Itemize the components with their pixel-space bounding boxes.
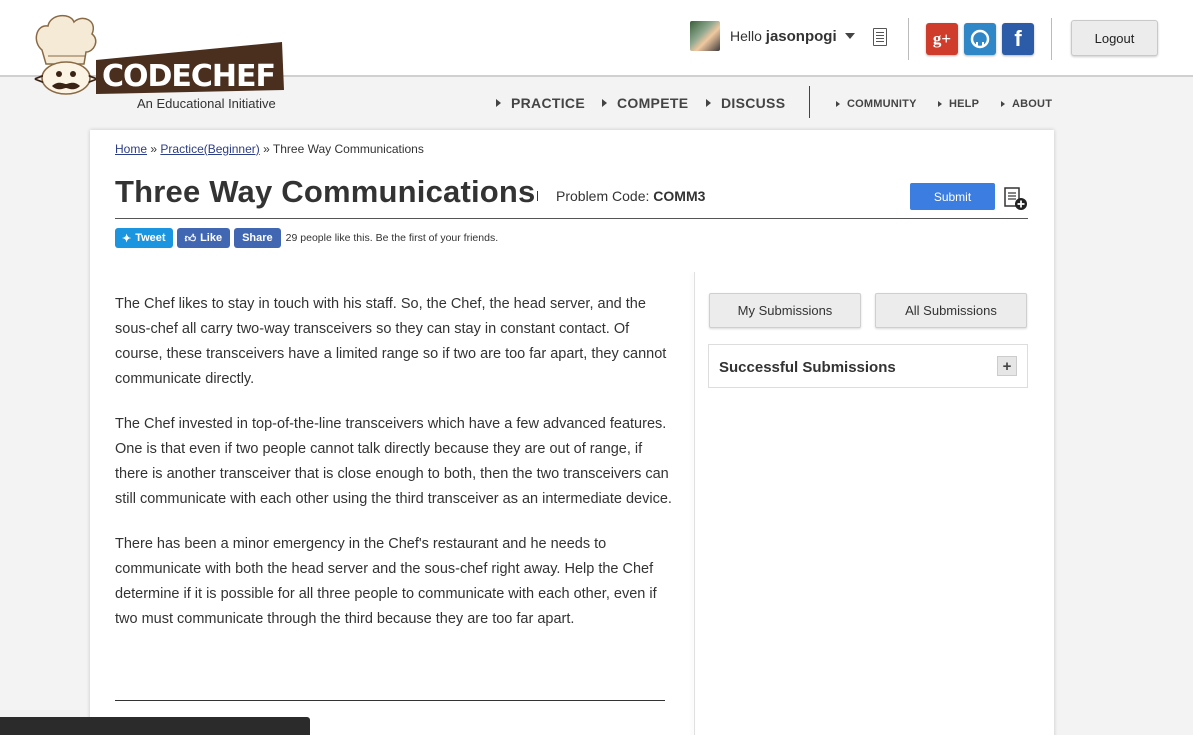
bottom-overlay-bar	[0, 717, 310, 735]
all-submissions-button[interactable]: All Submissions	[875, 293, 1027, 328]
nav-community[interactable]: COMMUNITY	[836, 98, 917, 110]
site-header: < > CODECHEF An Educational Initiative H…	[0, 0, 1193, 111]
successful-submissions-panel: Successful Submissions +	[708, 344, 1028, 388]
notes-icon[interactable]	[873, 28, 887, 46]
nav-discuss[interactable]: DISCUSS	[706, 95, 785, 111]
share-bar: ✦ Tweet 👍︎ Like Share 29 people like this.…	[115, 228, 498, 248]
google-plus-icon[interactable]: g+	[926, 23, 958, 55]
logo-tagline: An Educational Initiative	[137, 96, 276, 111]
problem-card: Home » Practice(Beginner) » Three Way Co…	[90, 130, 1054, 735]
page-title: Three Way Communications	[115, 174, 536, 209]
facebook-like-button[interactable]: 👍︎ Like	[176, 228, 231, 248]
thumbs-up-icon: 👍︎	[184, 232, 197, 245]
statement-divider	[115, 700, 665, 701]
triangle-right-icon	[602, 99, 607, 107]
avatar[interactable]	[690, 21, 720, 51]
breadcrumb-current: Three Way Communications	[272, 142, 424, 156]
facebook-icon[interactable]: f	[1002, 23, 1034, 55]
problem-code: Problem Code: COMM3	[556, 188, 706, 204]
logo-wordmark: CODECHEF	[102, 59, 275, 94]
column-divider	[694, 272, 695, 735]
logout-button[interactable]: Logout	[1071, 20, 1158, 56]
title-divider	[115, 218, 1028, 219]
statement-paragraph: The Chef likes to stay in touch with his…	[115, 296, 667, 387]
chevron-down-icon[interactable]	[844, 33, 855, 39]
codechef-logo[interactable]: < > CODECHEF An Educational Initiative	[30, 12, 290, 112]
twitter-icon: ✦	[122, 232, 132, 245]
my-submissions-button[interactable]: My Submissions	[709, 293, 861, 328]
triangle-right-icon	[836, 101, 840, 107]
triangle-right-icon	[496, 99, 501, 107]
problem-statement: The Chef likes to stay in touch with his…	[115, 292, 675, 652]
submit-button[interactable]: Submit	[910, 183, 995, 210]
nav-practice[interactable]: PRACTICE	[496, 95, 585, 111]
likes-count-text: 29 people like this. Be the first of you…	[285, 232, 499, 244]
facebook-share-button[interactable]: Share	[234, 228, 281, 248]
nav-compete[interactable]: COMPETE	[602, 95, 688, 111]
title-separator	[537, 191, 538, 201]
breadcrumb-section-link[interactable]: Practice(Beginner)	[160, 142, 259, 156]
statement-paragraph: The Chef invested in top-of-the-line tra…	[115, 416, 672, 507]
nav-help[interactable]: HELP	[938, 98, 979, 110]
statement-paragraph: There has been a minor emergency in the …	[115, 536, 657, 627]
triangle-right-icon	[706, 99, 711, 107]
svg-text:<: <	[34, 69, 44, 88]
expand-icon[interactable]: +	[997, 356, 1017, 376]
nav-divider	[809, 86, 810, 118]
successful-submissions-title: Successful Submissions	[719, 359, 896, 376]
breadcrumb: Home » Practice(Beginner) » Three Way Co…	[115, 142, 424, 156]
header-divider	[908, 18, 909, 60]
user-greeting[interactable]: Hello jasonpogi	[730, 28, 837, 45]
triangle-right-icon	[938, 101, 942, 107]
triangle-right-icon	[1001, 101, 1005, 107]
user-menu[interactable]: Hello jasonpogi	[690, 20, 855, 52]
github-icon[interactable]	[964, 23, 996, 55]
add-to-list-icon[interactable]	[1004, 187, 1028, 211]
breadcrumb-home-link[interactable]: Home	[115, 142, 147, 156]
tweet-button[interactable]: ✦ Tweet	[115, 228, 173, 248]
header-divider	[1051, 18, 1052, 60]
nav-about[interactable]: ABOUT	[1001, 98, 1052, 110]
